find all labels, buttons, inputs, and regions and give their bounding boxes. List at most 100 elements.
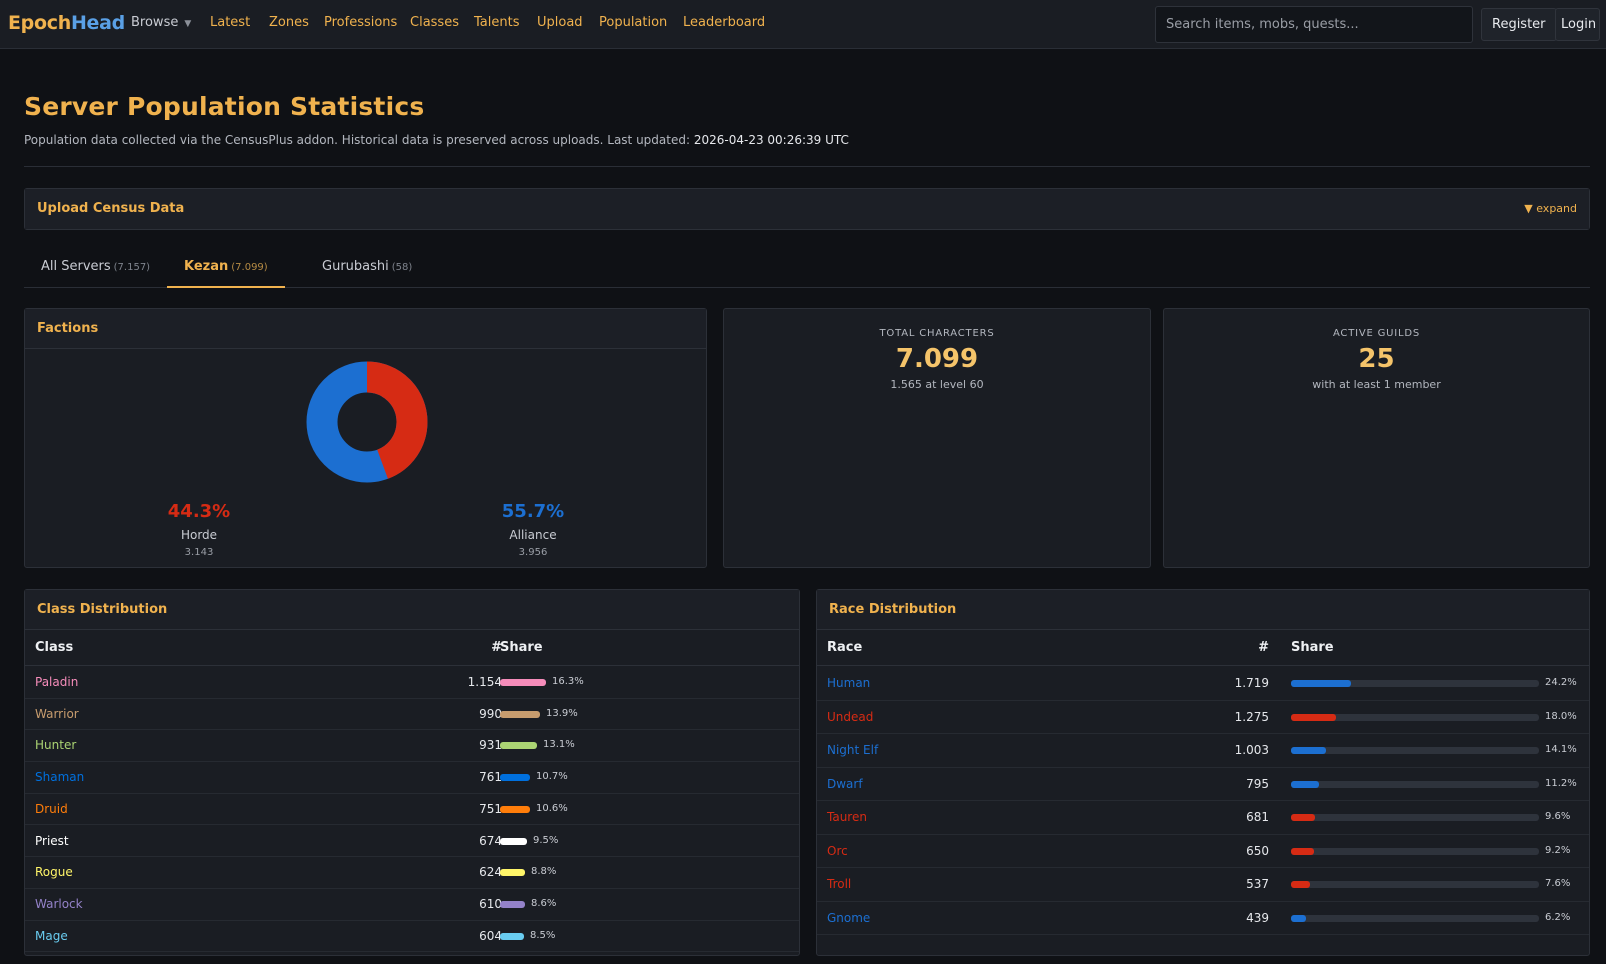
race-share-bar: [1291, 680, 1351, 687]
race-name-link[interactable]: Human: [827, 676, 870, 690]
race-share-track: [1291, 914, 1539, 922]
tab-label: Kezan: [184, 259, 229, 274]
divider: [24, 166, 1590, 167]
race-share-bar: [1291, 747, 1326, 754]
class-share-bar: [500, 742, 537, 750]
horde-label: Horde: [180, 528, 218, 542]
nav-talents[interactable]: Talents: [474, 15, 519, 30]
class-name-link[interactable]: Priest: [35, 834, 69, 848]
class-table-header: Class # Share: [25, 630, 799, 666]
expand-toggle[interactable]: ▼ expand: [1524, 202, 1577, 215]
table-row: Tauren 681 9.6%: [817, 801, 1589, 835]
class-distribution-title: Class Distribution: [25, 590, 799, 630]
class-share-percent: 9.5%: [533, 834, 559, 846]
race-name-link[interactable]: Troll: [827, 877, 851, 891]
faction-donut-chart: [306, 361, 428, 483]
race-share-bar: [1291, 914, 1306, 922]
class-name-link[interactable]: Mage: [35, 929, 68, 943]
nav-population[interactable]: Population: [599, 15, 667, 30]
alliance-stat: 55.7% Alliance 3.956: [433, 501, 633, 558]
race-share-bar: [1291, 814, 1315, 821]
class-name-link[interactable]: Paladin: [35, 675, 78, 689]
login-button[interactable]: Login: [1555, 8, 1600, 41]
race-name-link[interactable]: Gnome: [827, 911, 870, 925]
race-share-percent: 6.2%: [1545, 911, 1571, 923]
factions-panel: Factions 44.3% Horde 3.143 55.7% Allianc…: [24, 308, 707, 568]
race-name-link[interactable]: Orc: [827, 844, 848, 858]
tab-count: (7.099): [231, 262, 268, 273]
level-60-count: 1.565 at level 60: [890, 378, 984, 391]
class-share-bar: [500, 900, 525, 908]
class-name-link[interactable]: Hunter: [35, 738, 76, 752]
race-count: 537: [1246, 877, 1269, 891]
race-distribution-title: Race Distribution: [817, 590, 1589, 630]
table-row: Night Elf 1.003 14.1%: [817, 734, 1589, 768]
table-row: Warlock 610 8.6%: [25, 889, 799, 921]
col-share: Share: [500, 640, 543, 655]
class-share-percent: 8.8%: [531, 866, 557, 878]
server-tabs: All Servers (7.157) Kezan (7.099) Gurubash…: [24, 250, 1590, 288]
nav-classes[interactable]: Classes: [410, 15, 459, 30]
upload-census-title: Upload Census Data: [25, 189, 1589, 229]
race-share-track: [1291, 847, 1539, 855]
nav-professions[interactable]: Professions: [324, 15, 397, 30]
class-share-percent: 8.6%: [531, 897, 557, 909]
race-name-link[interactable]: Undead: [827, 710, 873, 724]
race-name-link[interactable]: Dwarf: [827, 777, 863, 791]
col-class: Class: [35, 640, 74, 655]
nav-leaderboard[interactable]: Leaderboard: [683, 15, 765, 30]
race-share-bar: [1291, 881, 1310, 888]
horde-count: 3.143: [184, 547, 214, 558]
race-share-track: [1291, 780, 1539, 788]
logo-part-head: Head: [70, 12, 125, 34]
tab-count: (7.157): [113, 262, 151, 273]
class-name-link[interactable]: Warrior: [35, 707, 79, 721]
class-count: 990: [479, 706, 502, 721]
subtitle-text: Population data collected via the Census…: [24, 133, 691, 147]
tab-count: (58): [391, 262, 413, 273]
total-characters-card: Total Characters 7.099 1.565 at level 60: [723, 308, 1151, 568]
tab-kezan[interactable]: Kezan (7.099): [167, 250, 285, 288]
nav-browse[interactable]: Browse ▼: [131, 15, 191, 30]
race-name-link[interactable]: Tauren: [827, 810, 867, 824]
alliance-percent: 55.7%: [501, 501, 565, 522]
class-share-percent: 16.3%: [552, 676, 584, 687]
tab-label: All Servers: [41, 259, 111, 274]
class-count: 1.154: [467, 675, 502, 689]
upload-census-panel[interactable]: Upload Census Data ▼ expand: [24, 188, 1590, 230]
top-nav: EpochHead Browse ▼ Latest Zones Professio…: [0, 0, 1606, 49]
last-updated-timestamp: 2026-04-23 00:26:39 UTC: [693, 133, 849, 147]
race-share-bar: [1291, 780, 1319, 788]
factions-title: Factions: [25, 309, 706, 349]
site-logo[interactable]: EpochHead: [8, 12, 125, 34]
race-distribution-panel: Race Distribution Race # Share Human 1.71…: [816, 589, 1590, 956]
class-share-bar: [500, 774, 530, 782]
tab-all-servers[interactable]: All Servers (7.157): [24, 250, 167, 288]
nav-latest[interactable]: Latest: [210, 15, 250, 30]
class-distribution-panel: Class Distribution Class # Share Paladin…: [24, 589, 800, 956]
class-count: 610: [479, 896, 502, 911]
class-share-percent: 13.9%: [546, 707, 578, 719]
total-characters-label: Total Characters: [879, 328, 995, 339]
nav-zones[interactable]: Zones: [269, 15, 309, 30]
race-share-percent: 7.6%: [1545, 878, 1571, 889]
race-name-link[interactable]: Night Elf: [827, 743, 878, 757]
class-share-bar: [500, 932, 524, 940]
nav-upload[interactable]: Upload: [537, 15, 583, 30]
tab-gurubashi[interactable]: Gurubashi (58): [305, 250, 429, 288]
class-name-link[interactable]: Shaman: [35, 770, 84, 784]
class-name-link[interactable]: Rogue: [35, 865, 73, 879]
chevron-down-icon: ▼: [184, 19, 192, 29]
table-row: Mage 604 8.5%: [25, 921, 799, 953]
class-name-link[interactable]: Druid: [35, 802, 68, 816]
race-share-percent: 24.2%: [1545, 677, 1577, 688]
class-share-percent: 10.6%: [536, 802, 568, 814]
race-share-percent: 11.2%: [1545, 777, 1577, 789]
register-button[interactable]: Register: [1481, 8, 1557, 41]
total-characters-value: 7.099: [895, 344, 979, 374]
table-row: Orc 650 9.2%: [817, 835, 1589, 868]
search-input[interactable]: [1155, 6, 1473, 43]
class-share-percent: 10.7%: [536, 771, 568, 783]
nav-browse-label: Browse: [131, 15, 179, 30]
class-name-link[interactable]: Warlock: [35, 897, 83, 911]
